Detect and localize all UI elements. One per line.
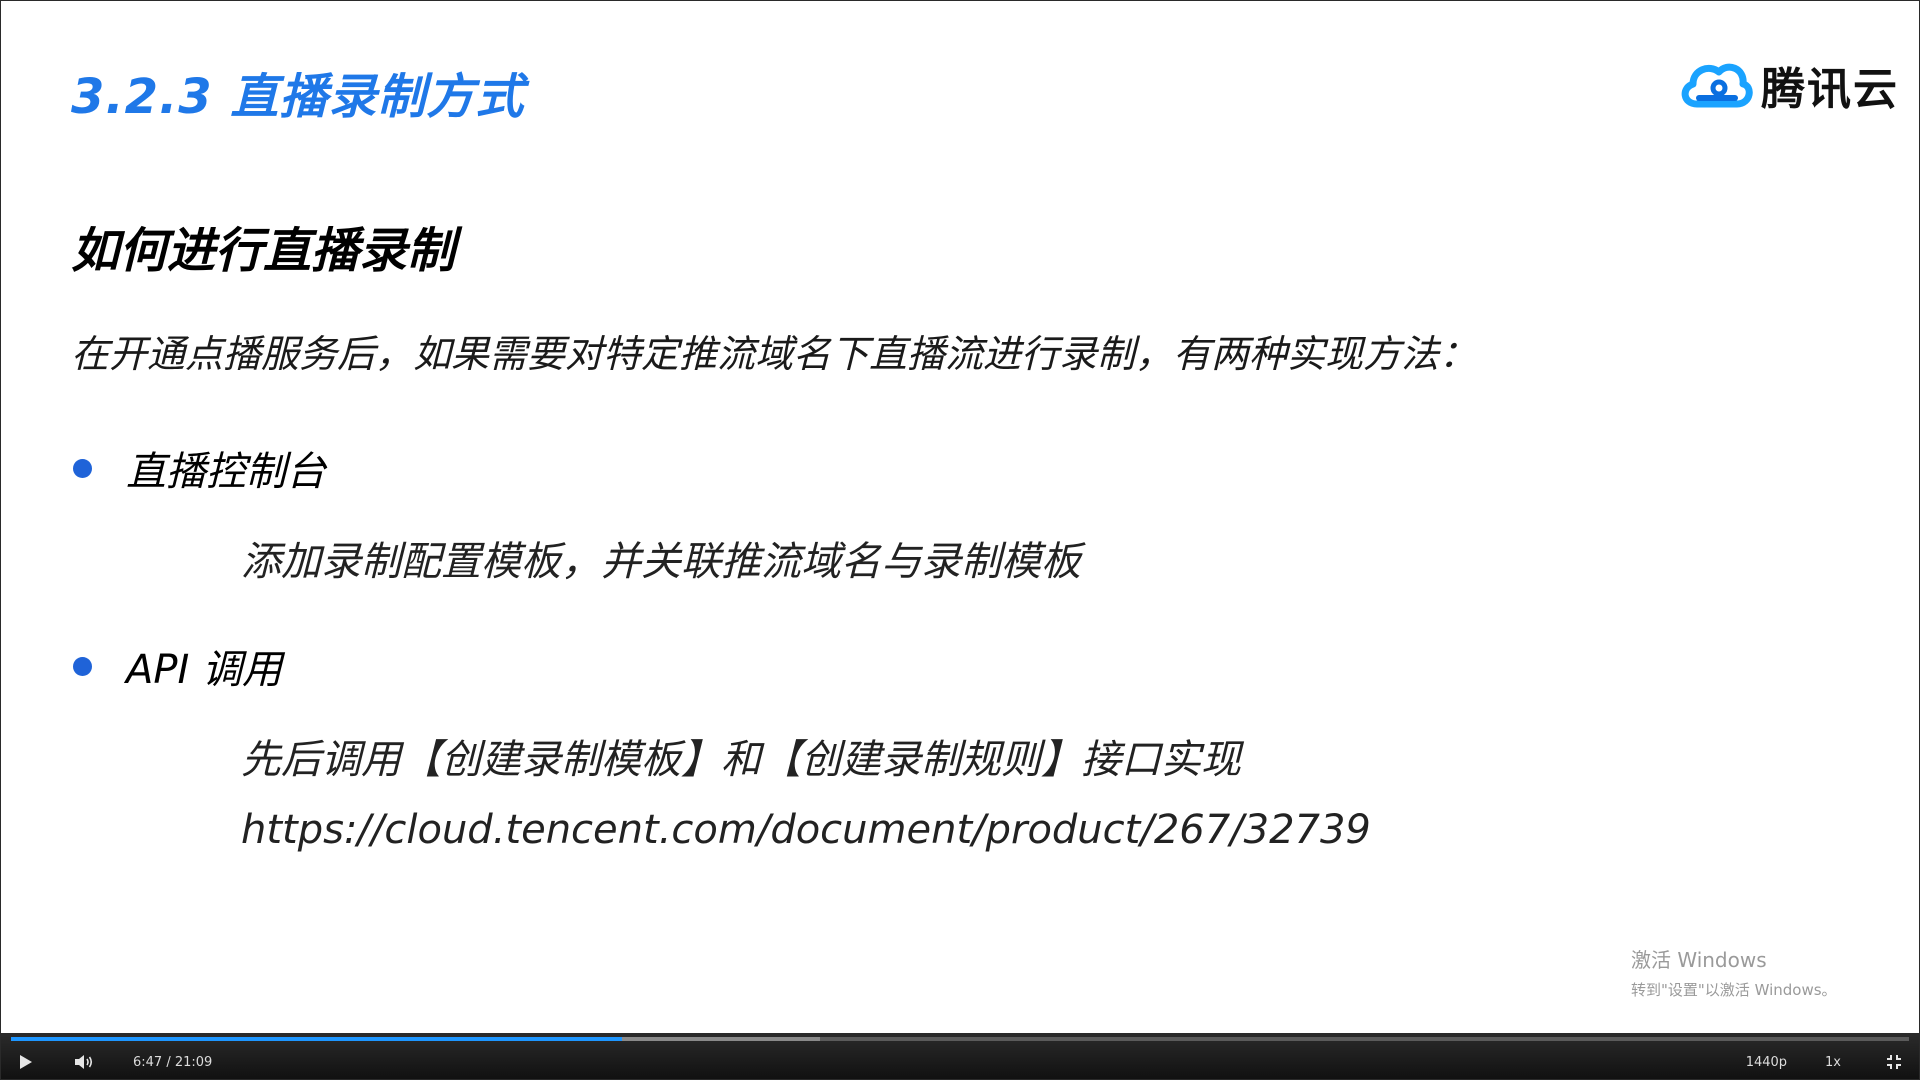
fullscreen-exit-icon: [1887, 1055, 1901, 1069]
logo-text: 腾讯云: [1761, 64, 1899, 115]
player-controls: 6:47 / 21:09 1440p 1x: [1, 1047, 1919, 1077]
time-display: 6:47 / 21:09: [133, 1054, 213, 1070]
watermark-line2: 转到"设置"以激活 Windows。: [1631, 981, 1837, 999]
volume-icon: [75, 1055, 93, 1069]
video-frame: 3.2.3 直播录制方式 腾讯云 如何进行直播录制 在开通点播服务后，如果需要对…: [0, 0, 1920, 1080]
volume-button[interactable]: [69, 1049, 99, 1075]
windows-activation-watermark: 激活 Windows 转到"设置"以激活 Windows。: [1631, 944, 1837, 1000]
bullet-label: 直播控制台: [126, 449, 326, 495]
play-icon: [20, 1055, 32, 1069]
progress-bar[interactable]: [11, 1037, 1909, 1041]
play-button[interactable]: [11, 1049, 41, 1075]
played-range: [11, 1037, 623, 1041]
bullet-api: API 调用: [73, 637, 282, 695]
quality-selector[interactable]: 1440p: [1746, 1055, 1787, 1070]
slide-heading: 如何进行直播录制: [71, 223, 456, 279]
watermark-line1: 激活 Windows: [1631, 948, 1767, 972]
bullet-console-detail: 添加录制配置模板，并关联推流域名与录制模板: [241, 539, 1081, 585]
speed-selector[interactable]: 1x: [1825, 1055, 1841, 1070]
bullet-dot-icon: [73, 656, 92, 676]
section-title: 3.2.3 直播录制方式: [71, 69, 525, 125]
intro-text: 在开通点播服务后，如果需要对特定推流域名下直播流进行录制，有两种实现方法：: [71, 332, 1478, 376]
fullscreen-button[interactable]: [1879, 1049, 1909, 1075]
bullet-dot-icon: [73, 458, 92, 478]
tencent-cloud-icon: [1681, 63, 1753, 108]
doc-link: https://cloud.tencent.com/document/produ…: [241, 807, 1371, 853]
bullet-label: API 调用: [126, 647, 282, 693]
bullet-console: 直播控制台: [73, 439, 326, 497]
brand-logo: 腾讯云: [1675, 53, 1899, 117]
bullet-api-detail: 先后调用【创建录制模板】和【创建录制规则】接口实现: [241, 737, 1241, 783]
video-player-bar: 6:47 / 21:09 1440p 1x: [1, 1033, 1919, 1079]
